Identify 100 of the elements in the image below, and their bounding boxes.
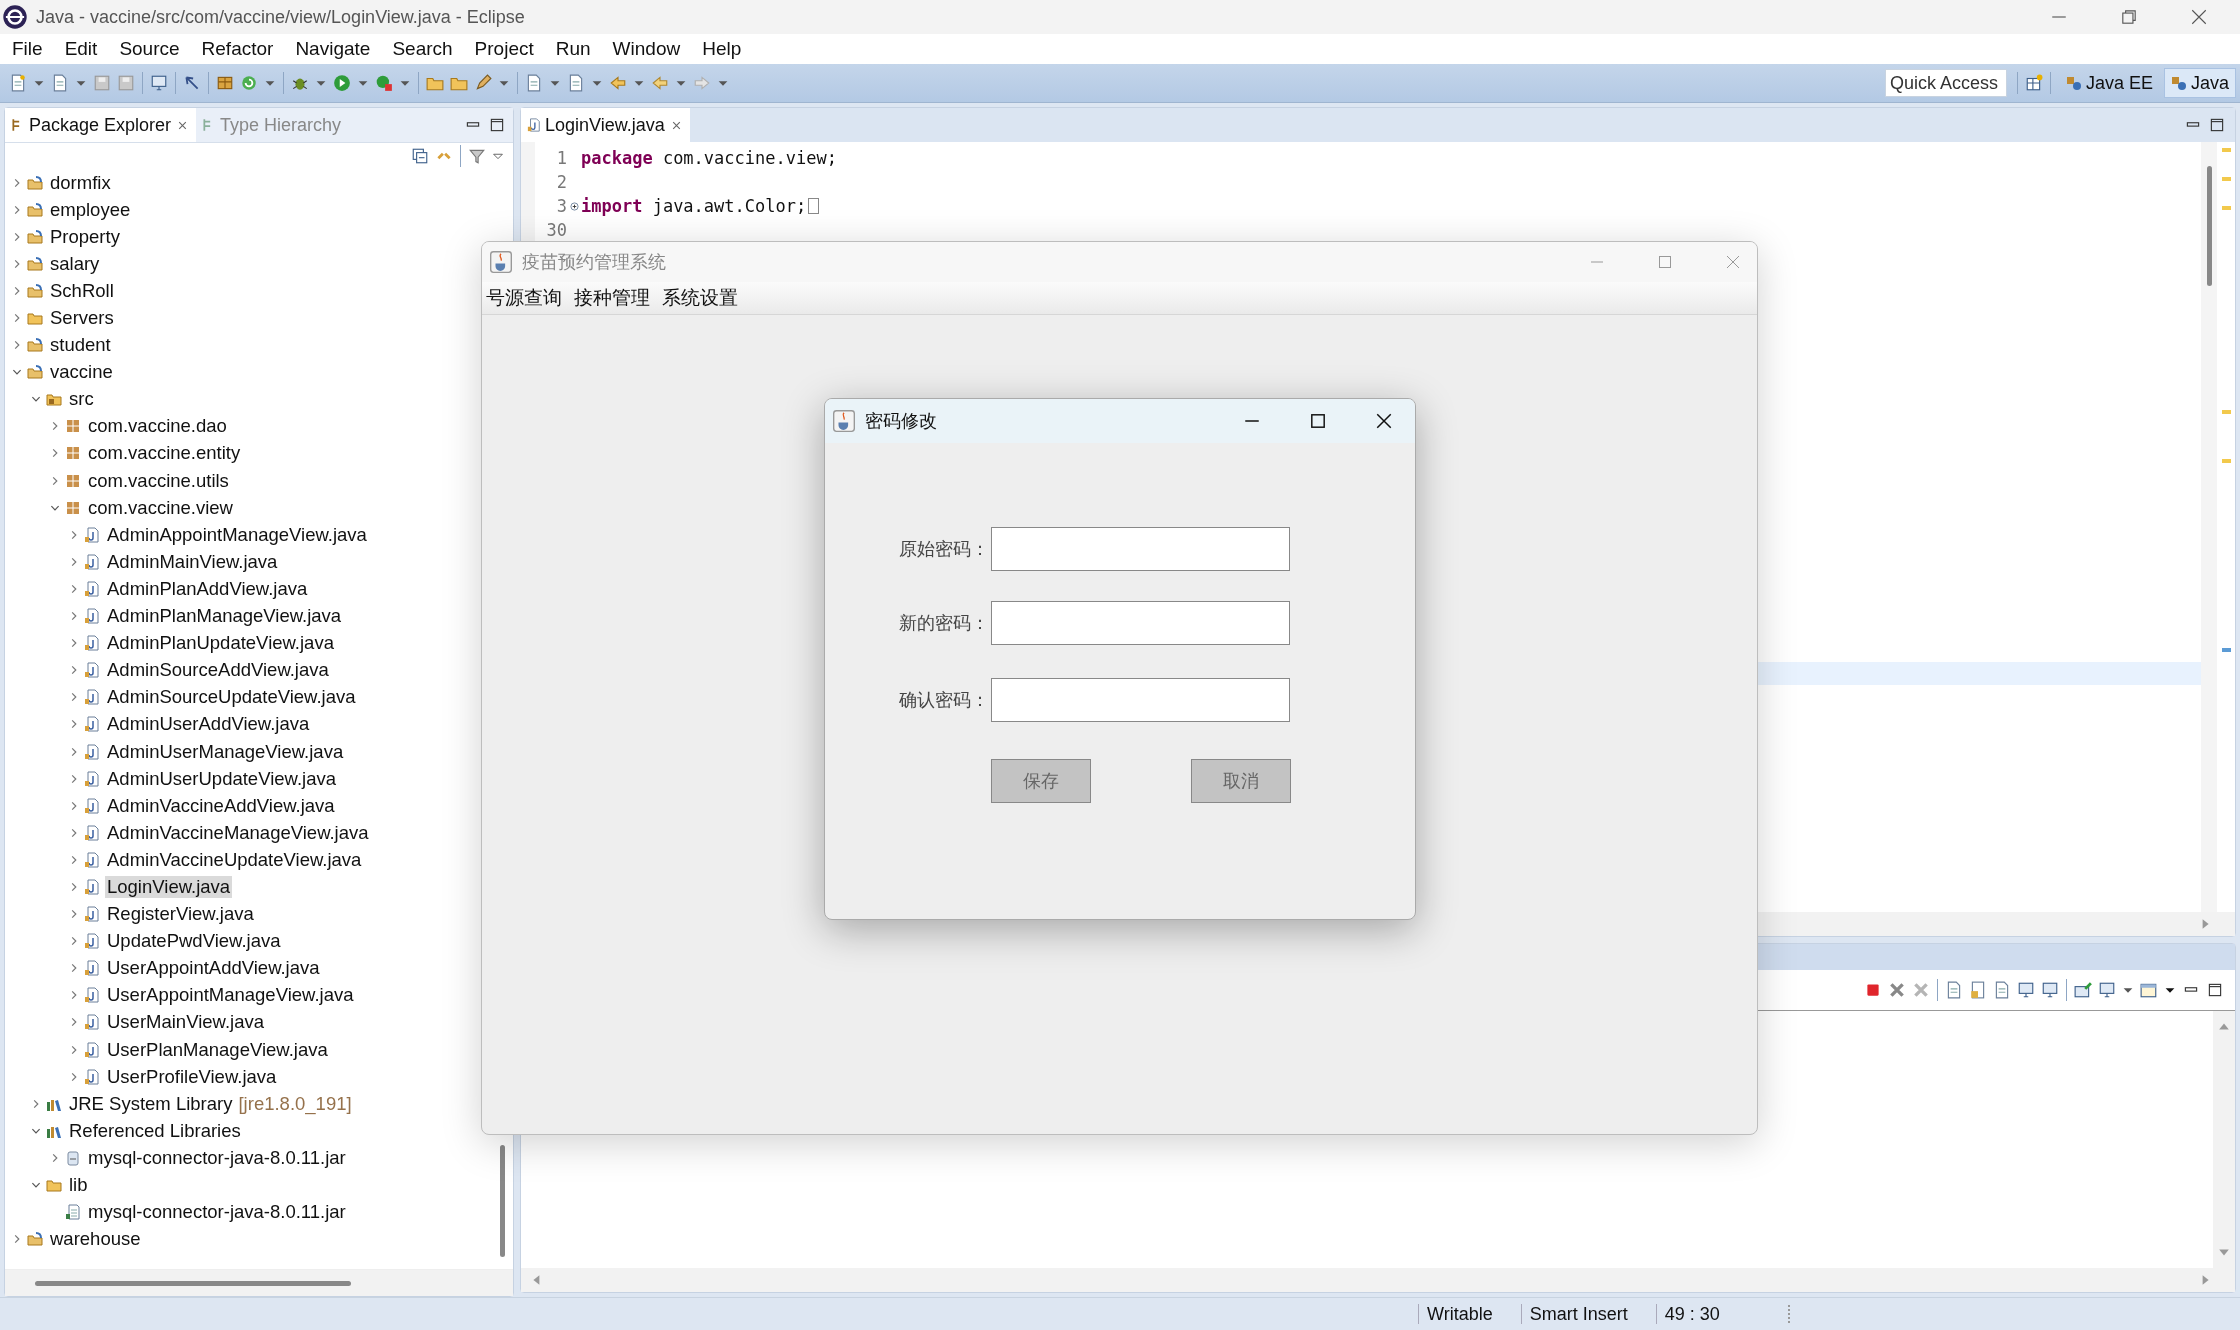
tree-item[interactable]: Servers — [48, 307, 116, 329]
new-page-icon[interactable] — [51, 74, 69, 92]
tree-item[interactable]: SchRoll — [48, 279, 116, 302]
menu-item[interactable]: Project — [464, 38, 546, 60]
perspective-button[interactable]: Java — [2163, 68, 2236, 98]
document-icon[interactable] — [567, 74, 585, 92]
tree-item[interactable]: AdminAppointManageView.java — [105, 523, 369, 546]
tree-item[interactable]: AdminVaccineAddView.java — [105, 794, 337, 817]
tree-item[interactable]: AdminUserAddView.java — [105, 713, 312, 736]
pointer-icon[interactable] — [183, 74, 201, 92]
tree-item[interactable]: salary — [48, 252, 102, 275]
window-icon[interactable] — [2140, 981, 2158, 999]
new-file-icon[interactable] — [9, 74, 27, 92]
tree-item[interactable]: AdminPlanUpdateView.java — [105, 632, 336, 655]
editor-tab[interactable]: LoginView.java — [521, 108, 690, 142]
tree-item[interactable]: com.vaccine.utils — [86, 469, 231, 492]
overview-mark[interactable] — [2221, 648, 2231, 652]
tree-item[interactable]: AdminPlanAddView.java — [105, 577, 310, 600]
pin-icon[interactable] — [2074, 981, 2092, 999]
tree-item[interactable]: com.vaccine.entity — [86, 442, 243, 465]
arrow-left-icon[interactable] — [609, 74, 627, 92]
box-icon[interactable] — [216, 74, 234, 92]
tree-item[interactable]: warehouse — [48, 1228, 143, 1251]
perspective-button[interactable]: Java EE — [2058, 68, 2160, 98]
menu-item[interactable]: Run — [545, 38, 603, 60]
tree-item[interactable]: student — [48, 334, 113, 357]
tree-item[interactable]: AdminPlanManageView.java — [105, 605, 344, 628]
collapse-all-icon[interactable] — [411, 147, 429, 165]
tree-item[interactable]: UserPlanManageView.java — [105, 1038, 330, 1061]
tree-item[interactable]: AdminVaccineUpdateView.java — [105, 848, 364, 871]
close-icon[interactable] — [1375, 412, 1393, 430]
tree-item[interactable]: AdminSourceAddView.java — [105, 659, 331, 682]
refresh-icon[interactable] — [240, 74, 258, 92]
scrollbar-thumb[interactable] — [35, 1280, 351, 1286]
tree-item[interactable]: AdminUserManageView.java — [105, 740, 346, 763]
monitor-icon[interactable] — [2098, 981, 2116, 999]
tree-item[interactable]: Referenced Libraries — [67, 1119, 243, 1142]
password-field[interactable] — [991, 678, 1290, 722]
document-icon[interactable] — [525, 74, 543, 92]
tree-item[interactable]: AdminSourceUpdateView.java — [105, 686, 358, 709]
stop-icon[interactable] — [1864, 981, 1882, 999]
maximize-icon[interactable] — [2206, 981, 2224, 999]
menu-item[interactable]: Refactor — [191, 38, 286, 60]
tree-item[interactable]: employee — [48, 198, 133, 221]
folded-code-box[interactable] — [808, 198, 820, 214]
save-icon[interactable] — [93, 74, 111, 92]
menu-item[interactable]: Window — [602, 38, 693, 60]
run-icon[interactable] — [375, 74, 393, 92]
tree-item[interactable]: LoginView.java — [105, 876, 233, 898]
document-icon[interactable] — [1945, 981, 1963, 999]
tree-item[interactable]: UserAppointAddView.java — [105, 957, 322, 980]
monitor-icon[interactable] — [150, 74, 168, 92]
tree-item[interactable]: src — [67, 388, 96, 411]
tree-item[interactable]: UserMainView.java — [105, 1011, 266, 1034]
menu-item[interactable]: Help — [692, 38, 754, 60]
tree-item[interactable]: com.vaccine.dao — [86, 415, 229, 438]
tree-item[interactable]: UserProfileView.java — [105, 1065, 279, 1088]
maximize-icon[interactable] — [488, 116, 506, 134]
tree-item[interactable]: AdminUserUpdateView.java — [105, 767, 338, 790]
tree-item[interactable]: AdminVaccineManageView.java — [105, 821, 371, 844]
console-icon[interactable] — [2017, 981, 2035, 999]
save-all-icon[interactable] — [117, 74, 135, 92]
scrollbar[interactable] — [500, 1145, 505, 1257]
menu-item[interactable]: Search — [382, 38, 465, 60]
grip-icon[interactable] — [1787, 1305, 1792, 1323]
tree-item[interactable]: mysql-connector-java-8.0.11.jar — [86, 1146, 348, 1169]
menu-item[interactable]: 接种管理 — [574, 285, 650, 311]
arrow-left-icon[interactable] — [651, 74, 669, 92]
menu-item[interactable]: Navigate — [285, 38, 383, 60]
restore-icon[interactable] — [2120, 8, 2138, 26]
filter-icon[interactable] — [468, 147, 486, 165]
maximize-icon[interactable] — [2208, 116, 2226, 134]
tree-item[interactable]: lib — [67, 1174, 90, 1196]
menu-item[interactable]: Source — [109, 38, 192, 60]
quick-access-field[interactable]: Quick Access — [1884, 69, 2007, 97]
menu-item[interactable]: Edit — [54, 38, 110, 60]
menu-item[interactable]: File — [2, 38, 55, 60]
document-icon[interactable] — [1993, 981, 2011, 999]
play-icon[interactable] — [333, 74, 351, 92]
menu-item[interactable]: 系统设置 — [662, 285, 738, 311]
menu-item[interactable]: 号源查询 — [486, 285, 562, 311]
tree-item[interactable]: com.vaccine.view — [86, 496, 235, 519]
password-field[interactable] — [991, 601, 1290, 645]
console-icon[interactable] — [2041, 981, 2059, 999]
tree-item[interactable]: RegisterView.java — [105, 903, 256, 926]
tree-item[interactable]: mysql-connector-java-8.0.11.jar — [86, 1201, 348, 1224]
close-all-icon[interactable] — [1912, 981, 1930, 999]
open-perspective-icon[interactable] — [2024, 74, 2043, 92]
pencil-icon[interactable] — [474, 74, 492, 92]
tree-item[interactable]: JRE System Library — [67, 1092, 235, 1115]
expand-icon[interactable] — [569, 201, 579, 211]
tree-item[interactable]: Property — [48, 225, 122, 248]
tree-item[interactable]: dormfix — [48, 171, 113, 194]
view-tab[interactable]: Package Explorer — [5, 108, 197, 142]
lock-icon[interactable] — [1969, 981, 1987, 999]
tree-item[interactable]: UpdatePwdView.java — [105, 930, 283, 953]
password-field[interactable] — [991, 527, 1290, 571]
tree-item[interactable]: vaccine — [48, 361, 115, 384]
tree-item[interactable]: AdminMainView.java — [105, 550, 280, 573]
maximize-icon[interactable] — [1309, 412, 1327, 430]
